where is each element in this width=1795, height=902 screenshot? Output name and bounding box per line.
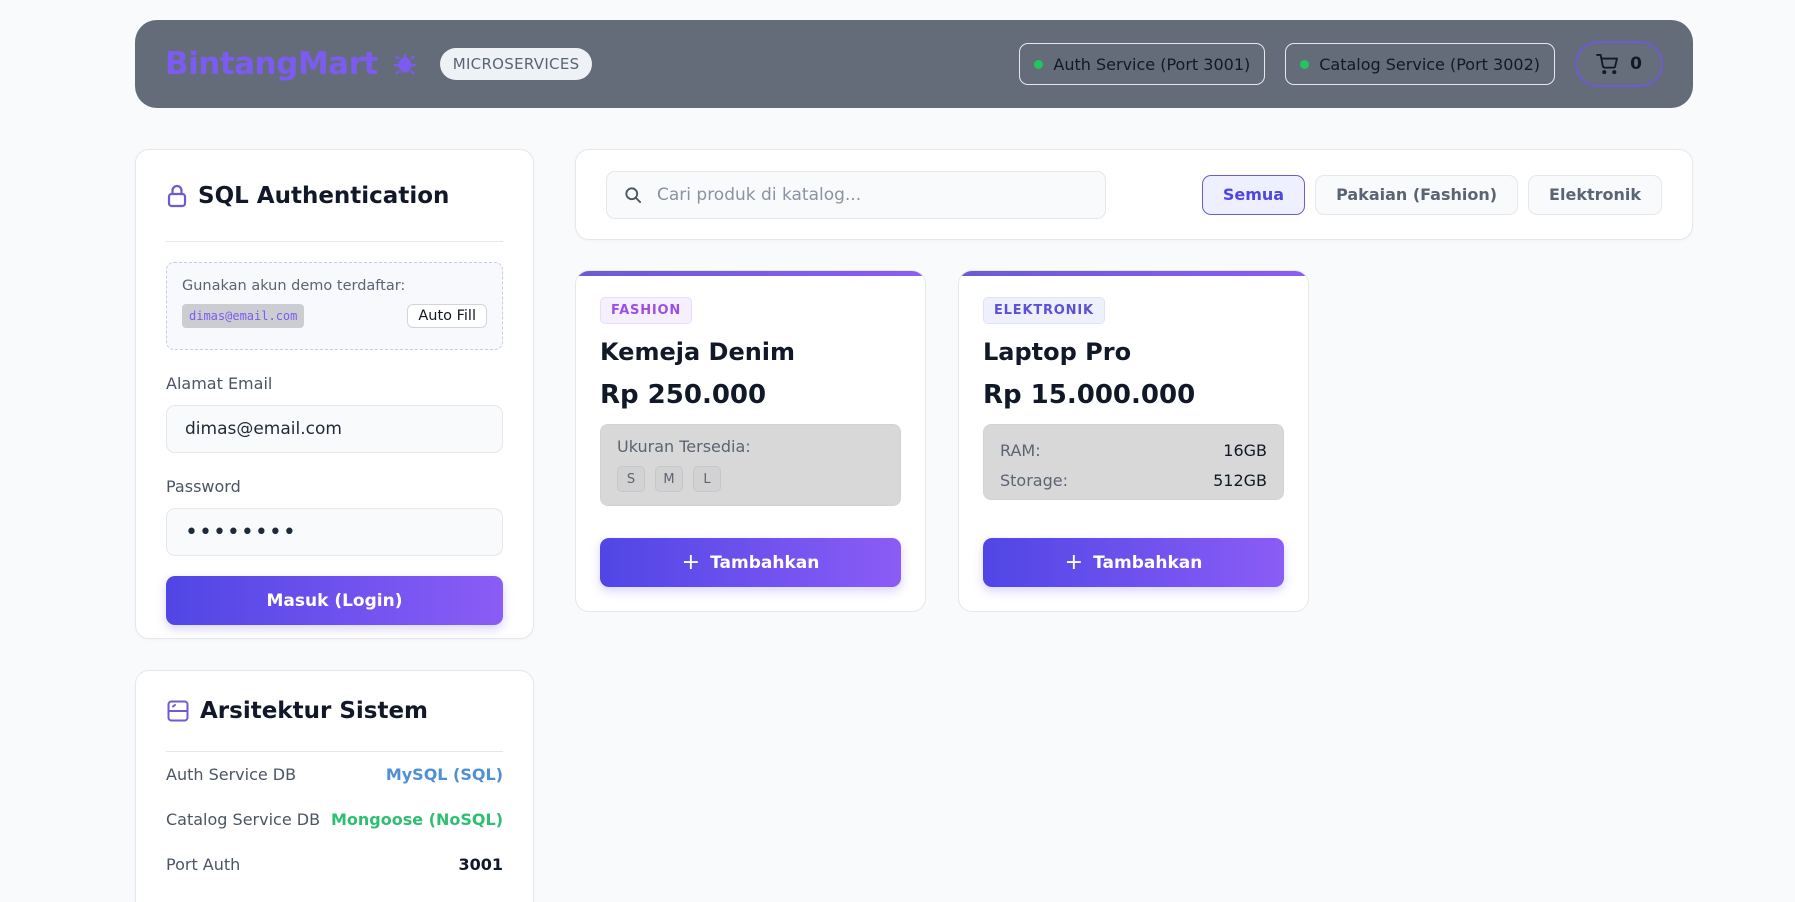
server-icon: [167, 700, 189, 722]
arch-value: Mongoose (NoSQL): [330, 810, 503, 829]
size-panel: Ukuran Tersedia: S M L: [600, 424, 901, 506]
cart-button[interactable]: 0: [1575, 41, 1663, 87]
arch-row-port-auth: Port Auth 3001: [166, 842, 503, 887]
filter-electronics[interactable]: Elektronik: [1528, 174, 1662, 215]
status-dot-icon: [1034, 59, 1044, 69]
product-price: Rp 15.000.000: [983, 380, 1196, 410]
cart-count: 0: [1630, 54, 1642, 74]
email-label: Alamat Email: [166, 374, 273, 393]
plus-icon: +: [681, 549, 701, 575]
status-dot-icon: [1300, 59, 1310, 69]
spec-row-ram: RAM: 16GB: [1000, 435, 1267, 465]
product-card: ELEKTRONIK Laptop Pro Rp 15.000.000 RAM:…: [958, 270, 1309, 612]
arch-row-auth-db: Auth Service DB MySQL (SQL): [166, 752, 503, 797]
catalog-toolbar: Cari produk di katalog... Semua Pakaian …: [575, 149, 1693, 240]
auth-card-header: SQL Authentication: [166, 150, 503, 242]
auth-service-label: Auth Service (Port 3001): [1053, 54, 1251, 74]
arch-value: MySQL (SQL): [385, 765, 503, 784]
catalog-service-label: Catalog Service (Port 3002): [1319, 54, 1540, 74]
arch-card-header: Arsitektur Sistem: [166, 671, 503, 752]
product-card: FASHION Kemeja Denim Rp 250.000 Ukuran T…: [575, 270, 926, 612]
demo-hint: Gunakan akun demo terdaftar:: [182, 278, 406, 294]
size-option-m[interactable]: M: [655, 466, 683, 492]
arch-value: 3001: [458, 855, 503, 874]
spec-row-storage: Storage: 512GB: [1000, 465, 1267, 495]
bug-icon: [392, 51, 418, 77]
category-filters: Semua Pakaian (Fashion) Elektronik: [1192, 174, 1662, 215]
auth-card: SQL Authentication Gunakan akun demo ter…: [135, 149, 534, 639]
email-field[interactable]: dimas@email.com: [166, 405, 503, 453]
microservices-badge: MICROSERVICES: [439, 48, 593, 80]
spec-value: 16GB: [1223, 440, 1267, 460]
auth-service-status: Auth Service (Port 3001): [1019, 43, 1266, 85]
spec-key: RAM:: [1000, 440, 1041, 460]
search-icon: [625, 186, 641, 203]
cart-icon: [1596, 54, 1618, 74]
add-to-cart-button[interactable]: + Tambahkan: [600, 538, 901, 587]
add-to-cart-button[interactable]: + Tambahkan: [983, 538, 1284, 587]
auth-card-title: SQL Authentication: [198, 182, 450, 209]
size-option-s[interactable]: S: [617, 466, 645, 492]
search-placeholder: Cari produk di katalog...: [657, 184, 862, 205]
filter-fashion[interactable]: Pakaian (Fashion): [1315, 174, 1519, 215]
demo-account-box: Gunakan akun demo terdaftar: dimas@email…: [166, 262, 503, 350]
arch-card-title: Arsitektur Sistem: [200, 698, 429, 724]
arch-row-catalog-db: Catalog Service DB Mongoose (NoSQL): [166, 797, 503, 842]
demo-email: dimas@email.com: [182, 304, 305, 328]
filter-all[interactable]: Semua: [1201, 174, 1306, 215]
spec-value: 512GB: [1213, 470, 1267, 490]
plus-icon: +: [1064, 549, 1084, 575]
arch-key: Auth Service DB: [166, 765, 297, 784]
spec-panel: RAM: 16GB Storage: 512GB: [983, 424, 1284, 500]
category-badge: FASHION: [600, 297, 693, 324]
spec-key: Storage:: [1000, 470, 1068, 490]
auto-fill-button[interactable]: Auto Fill: [407, 304, 487, 328]
arch-key: Catalog Service DB: [166, 810, 321, 829]
password-field[interactable]: ••••••••: [166, 508, 503, 556]
password-label: Password: [166, 477, 241, 496]
catalog-service-status: Catalog Service (Port 3002): [1285, 43, 1555, 85]
add-label: Tambahkan: [710, 552, 820, 573]
lock-icon: [167, 184, 187, 207]
sizes-label: Ukuran Tersedia:: [617, 437, 751, 456]
top-header: BintangMart MICROSERVICES Auth Service (…: [135, 20, 1693, 108]
product-name: Kemeja Denim: [600, 338, 796, 366]
add-label: Tambahkan: [1093, 552, 1203, 573]
brand-logo[interactable]: BintangMart: [165, 46, 378, 82]
arch-key: Port Auth: [166, 855, 241, 874]
architecture-card: Arsitektur Sistem Auth Service DB MySQL …: [135, 670, 534, 902]
product-price: Rp 250.000: [600, 380, 767, 410]
product-name: Laptop Pro: [983, 338, 1132, 366]
login-button[interactable]: Masuk (Login): [166, 576, 503, 625]
size-option-l[interactable]: L: [693, 466, 721, 492]
category-badge: ELEKTRONIK: [983, 297, 1105, 324]
search-input[interactable]: Cari produk di katalog...: [606, 170, 1106, 219]
